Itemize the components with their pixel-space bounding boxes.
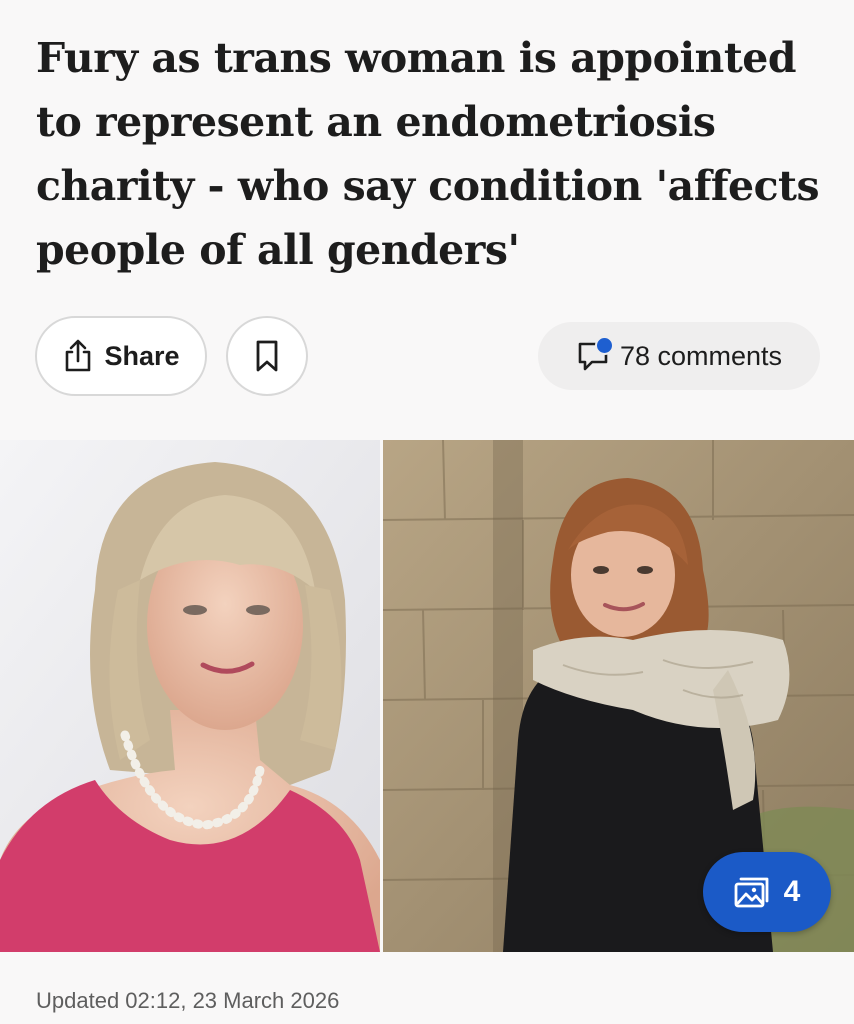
share-icon [66,339,91,372]
updated-timestamp: Updated 02:12, 23 March 2026 [36,988,340,1013]
article-headline: Fury as trans woman is appointed to repr… [36,34,820,274]
comments-button[interactable]: 78 comments [538,322,820,390]
notification-dot [594,336,614,355]
gallery-icon [734,877,769,908]
comments-count: 78 comments [619,340,783,371]
share-label: Share [104,340,180,371]
gallery-count: 4 [783,875,801,908]
bookmark-button[interactable] [226,316,308,396]
gallery-button[interactable]: 4 [703,852,831,932]
comment-bubble-icon [576,336,616,374]
article-photo-left [0,440,380,952]
bookmark-icon [256,340,278,372]
share-button[interactable]: Share [35,316,207,396]
